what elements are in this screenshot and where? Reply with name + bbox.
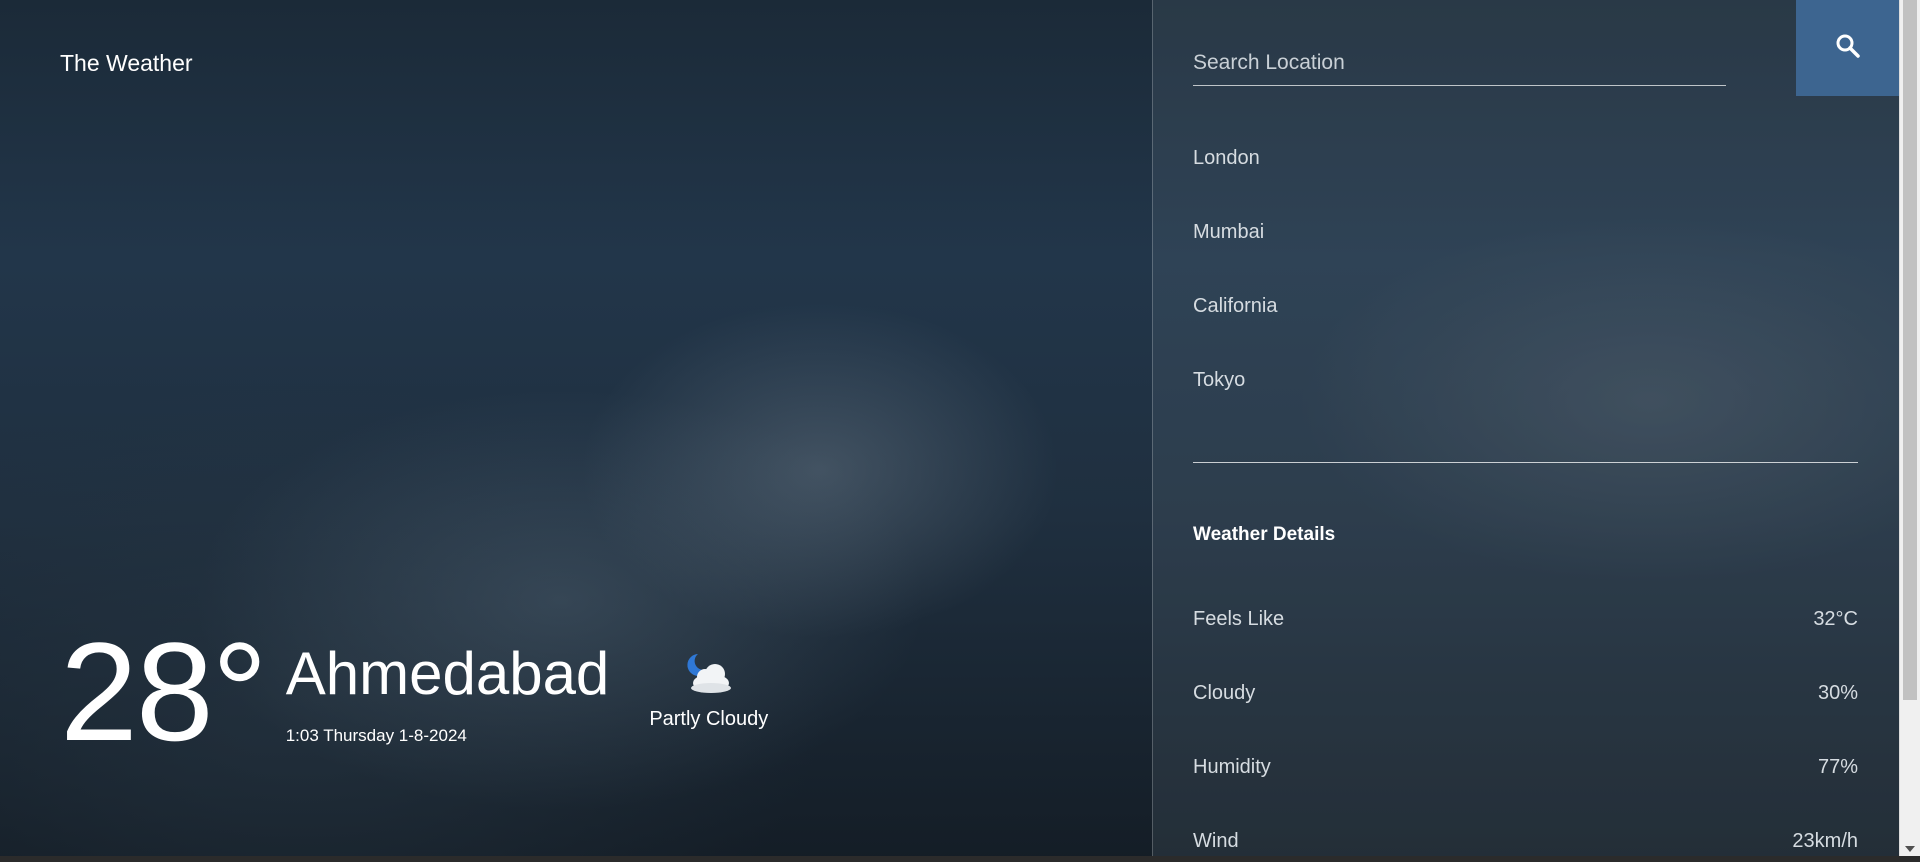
location-item-california[interactable]: California <box>1193 288 1858 362</box>
location-list: London Mumbai California Tokyo <box>1193 140 1858 436</box>
search-location-input[interactable] <box>1193 40 1726 86</box>
detail-value: 77% <box>1817 756 1858 778</box>
detail-label: Humidity <box>1193 756 1271 778</box>
detail-row-feels-like: Feels Like 32°C <box>1193 600 1858 674</box>
scrollbar[interactable] <box>1899 0 1920 856</box>
scrollbar-thumb[interactable] <box>1903 0 1917 700</box>
location-item-mumbai[interactable]: Mumbai <box>1193 214 1858 288</box>
location-item-london[interactable]: London <box>1193 140 1858 214</box>
detail-label: Feels Like <box>1193 608 1285 630</box>
partly-cloudy-night-icon <box>681 650 737 698</box>
city-block: Ahmedabad 1:03 Thursday 1-8-2024 <box>286 644 610 746</box>
app-title: The Weather <box>60 50 193 76</box>
bottom-edge <box>0 856 1920 862</box>
location-item-tokyo[interactable]: Tokyo <box>1193 362 1858 436</box>
detail-row-humidity: Humidity 77% <box>1193 748 1858 822</box>
city-name: Ahmedabad <box>285 640 610 707</box>
search-icon <box>1835 33 1861 64</box>
condition-text: Partly Cloudy <box>649 708 769 730</box>
current-datetime: 1:03 Thursday 1-8-2024 <box>285 726 467 745</box>
divider <box>1193 462 1858 463</box>
detail-value: 32°C <box>1813 608 1858 630</box>
detail-label: Cloudy <box>1193 682 1256 704</box>
current-weather: 28° Ahmedabad 1:03 Thursday 1-8-2024 Par… <box>60 622 768 762</box>
scroll-down-arrow-icon[interactable] <box>1905 846 1915 852</box>
search-button[interactable] <box>1796 0 1900 96</box>
detail-value: 30% <box>1817 682 1858 704</box>
weather-details-list: Feels Like 32°C Cloudy 30% Humidity 77% … <box>1193 600 1858 862</box>
weather-details-title: Weather Details <box>1193 524 1336 545</box>
side-panel: London Mumbai California Tokyo Weather D… <box>1152 0 1900 856</box>
condition-block: Partly Cloudy <box>649 650 768 731</box>
current-temperature: 28° <box>60 613 268 770</box>
detail-row-cloudy: Cloudy 30% <box>1193 674 1858 748</box>
